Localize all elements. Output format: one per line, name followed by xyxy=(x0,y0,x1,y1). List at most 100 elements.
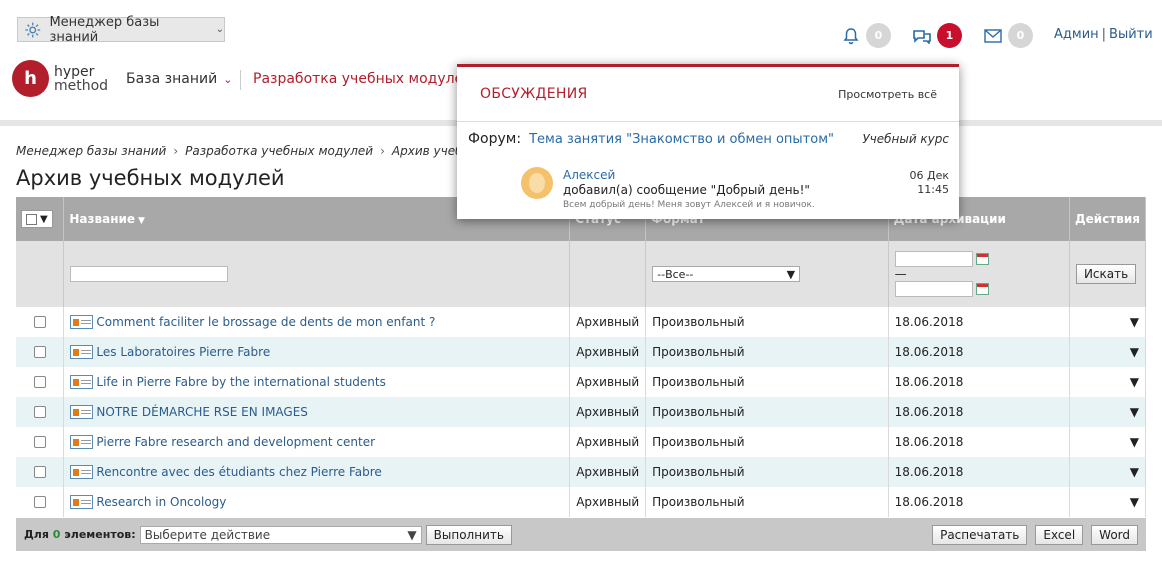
row-checkbox[interactable] xyxy=(33,316,46,328)
nav-kb-label: База знаний xyxy=(126,71,218,87)
table-row[interactable]: Life in Pierre Fabre by the internationa… xyxy=(16,367,1147,397)
user-name-link[interactable]: Админ xyxy=(1054,27,1099,42)
date-from-input[interactable] xyxy=(894,251,973,267)
filter-cell: --Все-- ▼ xyxy=(645,241,889,307)
mass-action-bar: Для 0 элементов: Выберите действие ▼ Выпо… xyxy=(16,518,1146,551)
row-checkbox[interactable] xyxy=(33,466,46,478)
row-date: 18.06.2018 xyxy=(888,367,1070,397)
row-title-cell: Rencontre avec des étudiants chez Pierre… xyxy=(63,457,571,487)
filter-row: --Все-- ▼ — Искать xyxy=(16,241,1147,307)
calendar-icon[interactable] xyxy=(975,253,989,265)
user-separator: | xyxy=(1101,27,1107,42)
view-all-link[interactable]: Просмотреть всё xyxy=(838,88,937,101)
row-checkbox-cell xyxy=(16,487,65,517)
forum-topic-link[interactable]: Тема занятия "Знакомство и обмен опытом" xyxy=(529,132,834,147)
format-filter-value: --Все-- xyxy=(657,267,694,281)
row-actions-menu[interactable]: ▼ xyxy=(1069,457,1147,487)
table-row[interactable]: NOTRE DÉMARCHE RSE EN IMAGES Архивный Прои… xyxy=(16,397,1147,427)
row-checkbox[interactable] xyxy=(33,346,46,358)
row-checkbox[interactable] xyxy=(33,436,46,448)
row-title[interactable]: Rencontre avec des étudiants chez Pierre… xyxy=(96,465,381,479)
filter-cell: — xyxy=(888,241,1070,307)
select-all-checkbox[interactable]: ▼ xyxy=(21,210,53,228)
date-to-input[interactable] xyxy=(894,281,973,297)
row-date: 18.06.2018 xyxy=(888,487,1070,517)
dropdown-arrow-icon: ▼ xyxy=(1129,405,1139,419)
row-actions-menu[interactable]: ▼ xyxy=(1069,307,1147,337)
row-status: Архивный xyxy=(569,337,647,367)
breadcrumb-item[interactable]: Менеджер базы знаний xyxy=(16,144,166,158)
row-checkbox[interactable] xyxy=(33,406,46,418)
discussions-popup: ОБСУЖДЕНИЯ Просмотреть всё Форум: Тема за… xyxy=(457,64,959,219)
table-row[interactable]: Les Laboratoires Pierre Fabre Архивный Про… xyxy=(16,337,1147,367)
bell-icon[interactable] xyxy=(840,25,862,47)
breadcrumb-item[interactable]: Разработка учебных модулей xyxy=(185,144,373,158)
calendar-icon[interactable] xyxy=(975,283,989,295)
row-format: Произвольный xyxy=(645,487,889,517)
forum-course: Учебный курс xyxy=(862,132,949,146)
table-row[interactable]: Pierre Fabre research and development ce… xyxy=(16,427,1147,457)
message-author[interactable]: Алексей xyxy=(563,168,615,182)
row-format: Произвольный xyxy=(645,397,889,427)
table-row[interactable]: Comment faciliter le brossage de dents d… xyxy=(16,307,1147,337)
word-button[interactable]: Word xyxy=(1091,525,1138,545)
chevron-down-icon: ⌄ xyxy=(223,73,233,86)
forum-label: Форум: xyxy=(468,131,522,147)
discussions-badge[interactable]: 1 xyxy=(937,23,962,48)
row-actions-menu[interactable]: ▼ xyxy=(1069,397,1147,427)
logo[interactable]: h hyper method xyxy=(12,60,108,97)
filter-cell: Искать xyxy=(1069,241,1147,307)
row-checkbox[interactable] xyxy=(33,496,46,508)
message-date-day: 06 Дек xyxy=(909,169,950,182)
logo-line2: method xyxy=(54,77,109,94)
nav-divider xyxy=(240,70,241,90)
table-row[interactable]: Rencontre avec des étudiants chez Pierre… xyxy=(16,457,1147,487)
for-label: Для xyxy=(24,528,49,541)
elements-label: элементов: xyxy=(64,528,136,541)
avatar[interactable] xyxy=(521,167,553,199)
row-title[interactable]: Comment faciliter le brossage de dents d… xyxy=(96,315,435,329)
row-actions-menu[interactable]: ▼ xyxy=(1069,367,1147,397)
row-date: 18.06.2018 xyxy=(888,397,1070,427)
dropdown-arrow-icon: ▼ xyxy=(1129,435,1139,449)
dropdown-arrow-icon: ▼ xyxy=(407,527,417,542)
row-title[interactable]: NOTRE DÉMARCHE RSE EN IMAGES xyxy=(96,405,308,419)
breadcrumb: Менеджер базы знаний › Разработка учебных … xyxy=(16,144,515,158)
row-format: Произвольный xyxy=(645,427,889,457)
nav-knowledge-base[interactable]: База знаний ⌄ xyxy=(126,71,232,87)
excel-button[interactable]: Excel xyxy=(1035,525,1084,545)
dropdown-arrow-icon: ▼ xyxy=(786,267,796,281)
row-title[interactable]: Pierre Fabre research and development ce… xyxy=(96,435,375,449)
nav-module-development[interactable]: Разработка учебных модулей xyxy=(253,71,472,87)
logout-link[interactable]: Выйти xyxy=(1109,27,1153,42)
row-checkbox-cell xyxy=(16,337,65,367)
dropdown-arrow-icon: ▼ xyxy=(1129,465,1139,479)
mail-icon[interactable] xyxy=(982,25,1004,47)
row-title[interactable]: Les Laboratoires Pierre Fabre xyxy=(96,345,270,359)
name-filter-input[interactable] xyxy=(70,266,229,282)
kb-manager-dropdown[interactable]: Менеджер базы знаний ⌄ xyxy=(17,14,225,45)
print-button[interactable]: Распечатать xyxy=(932,525,1028,545)
filter-cell xyxy=(63,241,571,307)
row-actions-menu[interactable]: ▼ xyxy=(1069,337,1147,367)
messages-badge[interactable]: 0 xyxy=(1008,23,1033,48)
row-format: Произвольный xyxy=(645,367,889,397)
notifications-badge[interactable]: 0 xyxy=(866,23,891,48)
row-checkbox[interactable] xyxy=(33,376,46,388)
execute-button[interactable]: Выполнить xyxy=(425,524,512,545)
table-row[interactable]: Research in Oncology Архивный Произвольный… xyxy=(16,487,1147,517)
row-title[interactable]: Research in Oncology xyxy=(96,495,226,509)
mass-action-select[interactable]: Выберите действие ▼ xyxy=(139,525,422,544)
message-action[interactable]: добавил(а) сообщение "Добрый день!" xyxy=(563,183,810,197)
row-title[interactable]: Life in Pierre Fabre by the internationa… xyxy=(96,375,385,389)
format-filter-select[interactable]: --Все-- ▼ xyxy=(652,266,801,282)
row-actions-menu[interactable]: ▼ xyxy=(1069,427,1147,457)
selected-count: 0 xyxy=(52,528,61,541)
breadcrumb-arrow-icon: › xyxy=(380,144,385,158)
search-button[interactable]: Искать xyxy=(1075,264,1137,284)
chat-icon[interactable] xyxy=(911,25,933,47)
row-date: 18.06.2018 xyxy=(888,307,1070,337)
row-actions-menu[interactable]: ▼ xyxy=(1069,487,1147,517)
kb-manager-label: Менеджер базы знаний xyxy=(49,14,160,45)
row-status: Архивный xyxy=(569,397,647,427)
